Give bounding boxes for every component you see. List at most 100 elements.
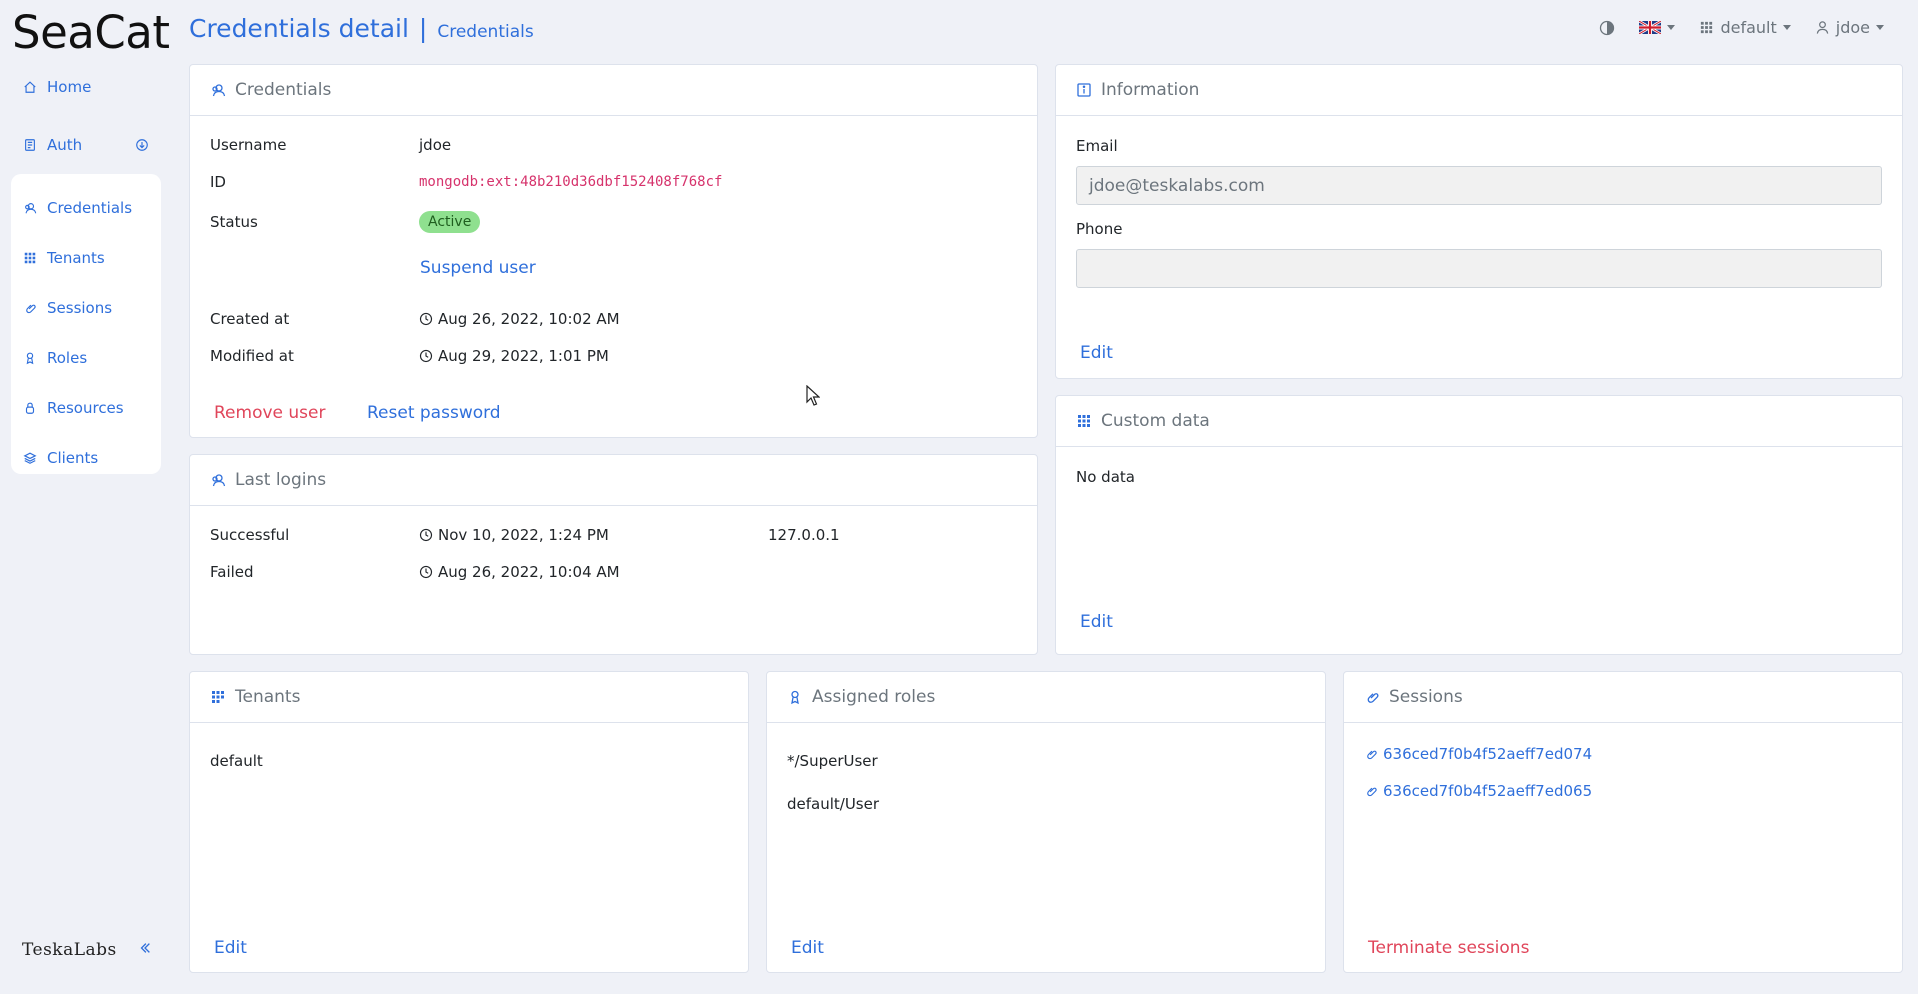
sidebar-item-sessions[interactable]: Sessions (11, 283, 161, 333)
successful-time-text: Nov 10, 2022, 1:24 PM (438, 526, 609, 544)
credentials-icon (210, 472, 226, 488)
status-row: Status Active (210, 211, 481, 233)
sidebar-auth-group: Credentials Tenants Sessions Roles Resou… (11, 174, 161, 474)
card-title: Information (1101, 80, 1200, 100)
sidebar-item-label: Roles (47, 349, 88, 367)
session-link[interactable]: 636ced7f0b4f52aeff7ed074 (1364, 745, 1592, 763)
card-header: Custom data (1056, 396, 1902, 447)
session-id: 636ced7f0b4f52aeff7ed074 (1383, 745, 1593, 763)
card-title: Tenants (235, 687, 301, 707)
card-title: Assigned roles (812, 687, 936, 707)
auth-icon (21, 138, 39, 152)
uk-flag-icon (1639, 21, 1662, 34)
sidebar-item-auth[interactable]: Auth (11, 128, 161, 162)
credentials-card: Credentials Username jdoe ID mongodb:ext… (189, 64, 1038, 438)
status-badge: Active (419, 211, 481, 233)
sidebar-item-label: Home (47, 78, 92, 96)
sidebar-top: Home Auth (11, 70, 161, 162)
session-link[interactable]: 636ced7f0b4f52aeff7ed065 (1364, 782, 1592, 800)
header-toolbar: default jdoe (1599, 18, 1884, 37)
failed-time-text: Aug 26, 2022, 10:04 AM (438, 563, 620, 581)
teskalabs-logo: TeskaLabs (22, 940, 117, 960)
card-header: Information (1056, 65, 1902, 116)
sidebar-item-label: Sessions (47, 299, 113, 317)
assigned-roles-card: Assigned roles */SuperUser default/User … (766, 671, 1326, 973)
sidebar-item-roles[interactable]: Roles (11, 333, 161, 383)
clock-icon (419, 528, 433, 542)
sidebar-item-label: Clients (47, 449, 99, 467)
id-label: ID (210, 173, 226, 191)
chevron-down-icon (1876, 25, 1884, 30)
terminate-sessions-button[interactable]: Terminate sessions (1368, 938, 1529, 958)
collapse-sidebar-icon[interactable] (138, 941, 152, 959)
credentials-icon (210, 82, 226, 98)
tenants-icon (21, 251, 39, 265)
phone-field[interactable] (1076, 249, 1882, 288)
list-item: */SuperUser (787, 752, 878, 770)
id-value: mongodb:ext:48b210d36dbf152408f768cf (419, 174, 723, 190)
edit-custom-data-button[interactable]: Edit (1080, 612, 1113, 632)
failed-login-row: Failed Aug 26, 2022, 10:04 AM (210, 563, 620, 581)
edit-roles-button[interactable]: Edit (791, 938, 824, 958)
home-icon (21, 80, 39, 94)
sidebar-item-clients[interactable]: Clients (11, 433, 161, 483)
remove-user-button[interactable]: Remove user (214, 403, 325, 423)
custom-data-card: Custom data No data Edit (1055, 395, 1903, 655)
email-field[interactable]: jdoe@teskalabs.com (1076, 166, 1882, 205)
language-selector[interactable] (1639, 21, 1676, 34)
id-row: ID mongodb:ext:48b210d36dbf152408f768cf (210, 173, 722, 191)
theme-toggle-icon[interactable] (1599, 20, 1615, 36)
sidebar-item-credentials[interactable]: Credentials (11, 183, 161, 233)
tenants-grid-icon (1701, 21, 1713, 34)
card-title: Credentials (235, 80, 332, 100)
modified-time: Aug 29, 2022, 1:01 PM (438, 347, 609, 365)
sidebar-item-label: Auth (47, 136, 83, 154)
app-brand: SeaCat (12, 6, 170, 59)
reset-password-button[interactable]: Reset password (367, 403, 501, 423)
suspend-user-button[interactable]: Suspend user (420, 258, 536, 278)
tenants-icon (210, 689, 226, 705)
chevron-down-icon (1782, 25, 1791, 30)
last-logins-card: Last logins Successful Nov 10, 2022, 1:2… (189, 454, 1038, 655)
successful-ip: 127.0.0.1 (768, 526, 840, 544)
created-value: Aug 26, 2022, 10:02 AM (419, 310, 620, 328)
sidebar-item-resources[interactable]: Resources (11, 383, 161, 433)
sidebar-item-label: Resources (47, 399, 124, 417)
title-separator: | (418, 14, 428, 43)
card-header: Tenants (190, 672, 748, 723)
roles-icon (21, 351, 39, 365)
clients-icon (21, 451, 39, 465)
failed-label: Failed (210, 563, 254, 581)
grid-icon (1076, 413, 1092, 429)
status-label: Status (210, 213, 258, 231)
card-title: Last logins (235, 470, 327, 490)
roles-icon (787, 689, 803, 705)
modified-row: Modified at Aug 29, 2022, 1:01 PM (210, 347, 609, 365)
breadcrumb-credentials[interactable]: Credentials (437, 22, 533, 42)
sidebar-item-home[interactable]: Home (11, 70, 161, 104)
list-item: default (210, 752, 263, 770)
username-label: Username (210, 136, 287, 154)
successful-label: Successful (210, 526, 290, 544)
mouse-cursor-icon (806, 385, 820, 406)
tenants-card: Tenants default Edit (189, 671, 749, 973)
phone-label: Phone (1076, 220, 1123, 238)
sessions-card: Sessions 636ced7f0b4f52aeff7ed074 636ced… (1343, 671, 1903, 973)
tenant-selector[interactable]: default (1699, 18, 1791, 37)
page-title-main: Credentials detail (189, 14, 409, 43)
card-header: Sessions (1344, 672, 1902, 723)
sessions-icon (1364, 689, 1380, 705)
sidebar-item-label: Credentials (47, 199, 133, 217)
user-menu[interactable]: jdoe (1815, 18, 1884, 37)
modified-value: Aug 29, 2022, 1:01 PM (419, 347, 609, 365)
sidebar-item-label: Tenants (47, 249, 105, 267)
username-value: jdoe (419, 136, 452, 154)
edit-tenants-button[interactable]: Edit (214, 938, 247, 958)
expand-circle-icon[interactable] (133, 138, 151, 152)
link-icon (1367, 750, 1377, 760)
sidebar-item-tenants[interactable]: Tenants (11, 233, 161, 283)
edit-information-button[interactable]: Edit (1080, 343, 1113, 363)
card-header: Assigned roles (767, 672, 1325, 723)
created-time: Aug 26, 2022, 10:02 AM (438, 310, 620, 328)
page-title: Credentials detail | Credentials (189, 14, 534, 43)
